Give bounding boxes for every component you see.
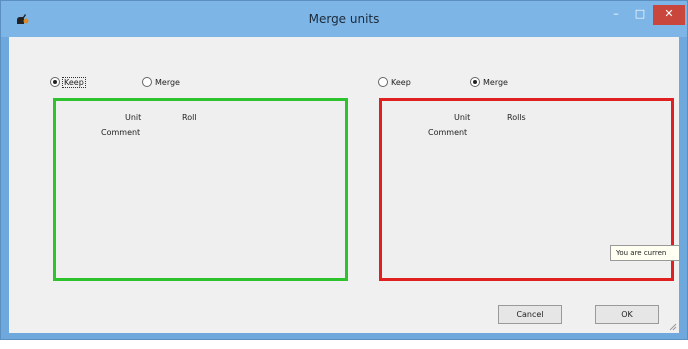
left-unit-value: Roll [182, 113, 197, 122]
right-unit-value: Rolls [507, 113, 526, 122]
left-keep-option[interactable]: Keep [50, 76, 86, 88]
right-merge-radio[interactable] [470, 77, 480, 87]
left-keep-radio[interactable] [50, 77, 60, 87]
right-keep-option[interactable]: Keep [378, 77, 411, 87]
tooltip: You are curren [610, 245, 680, 261]
right-keep-radio[interactable] [378, 77, 388, 87]
left-merge-label[interactable]: Merge [155, 78, 180, 87]
title-bar[interactable]: Merge units – □ ✕ [1, 1, 687, 37]
right-merge-option[interactable]: Merge [470, 77, 508, 87]
right-unit-label: Unit [454, 113, 471, 122]
close-button[interactable]: ✕ [653, 5, 685, 25]
left-merge-radio[interactable] [142, 77, 152, 87]
left-keep-label[interactable]: Keep [62, 76, 86, 88]
left-comment-label: Comment [101, 128, 141, 137]
left-merge-option[interactable]: Merge [142, 77, 180, 87]
merge-units-dialog: Merge units – □ ✕ Keep Merge Keep Merge … [0, 0, 688, 340]
left-unit-label: Unit [125, 113, 142, 122]
cancel-button[interactable]: Cancel [498, 305, 562, 324]
dialog-body: Keep Merge Keep Merge Unit Roll Comment … [9, 37, 679, 333]
window-title: Merge units [308, 12, 380, 26]
right-keep-label[interactable]: Keep [391, 78, 411, 87]
maximize-button[interactable]: □ [629, 5, 651, 25]
keep-unit-panel: Unit Roll Comment [53, 98, 348, 281]
right-comment-label: Comment [428, 128, 468, 137]
resize-grip-icon[interactable] [667, 321, 677, 331]
ok-button[interactable]: OK [595, 305, 659, 324]
right-merge-label[interactable]: Merge [483, 78, 508, 87]
minimize-button[interactable]: – [605, 5, 627, 25]
